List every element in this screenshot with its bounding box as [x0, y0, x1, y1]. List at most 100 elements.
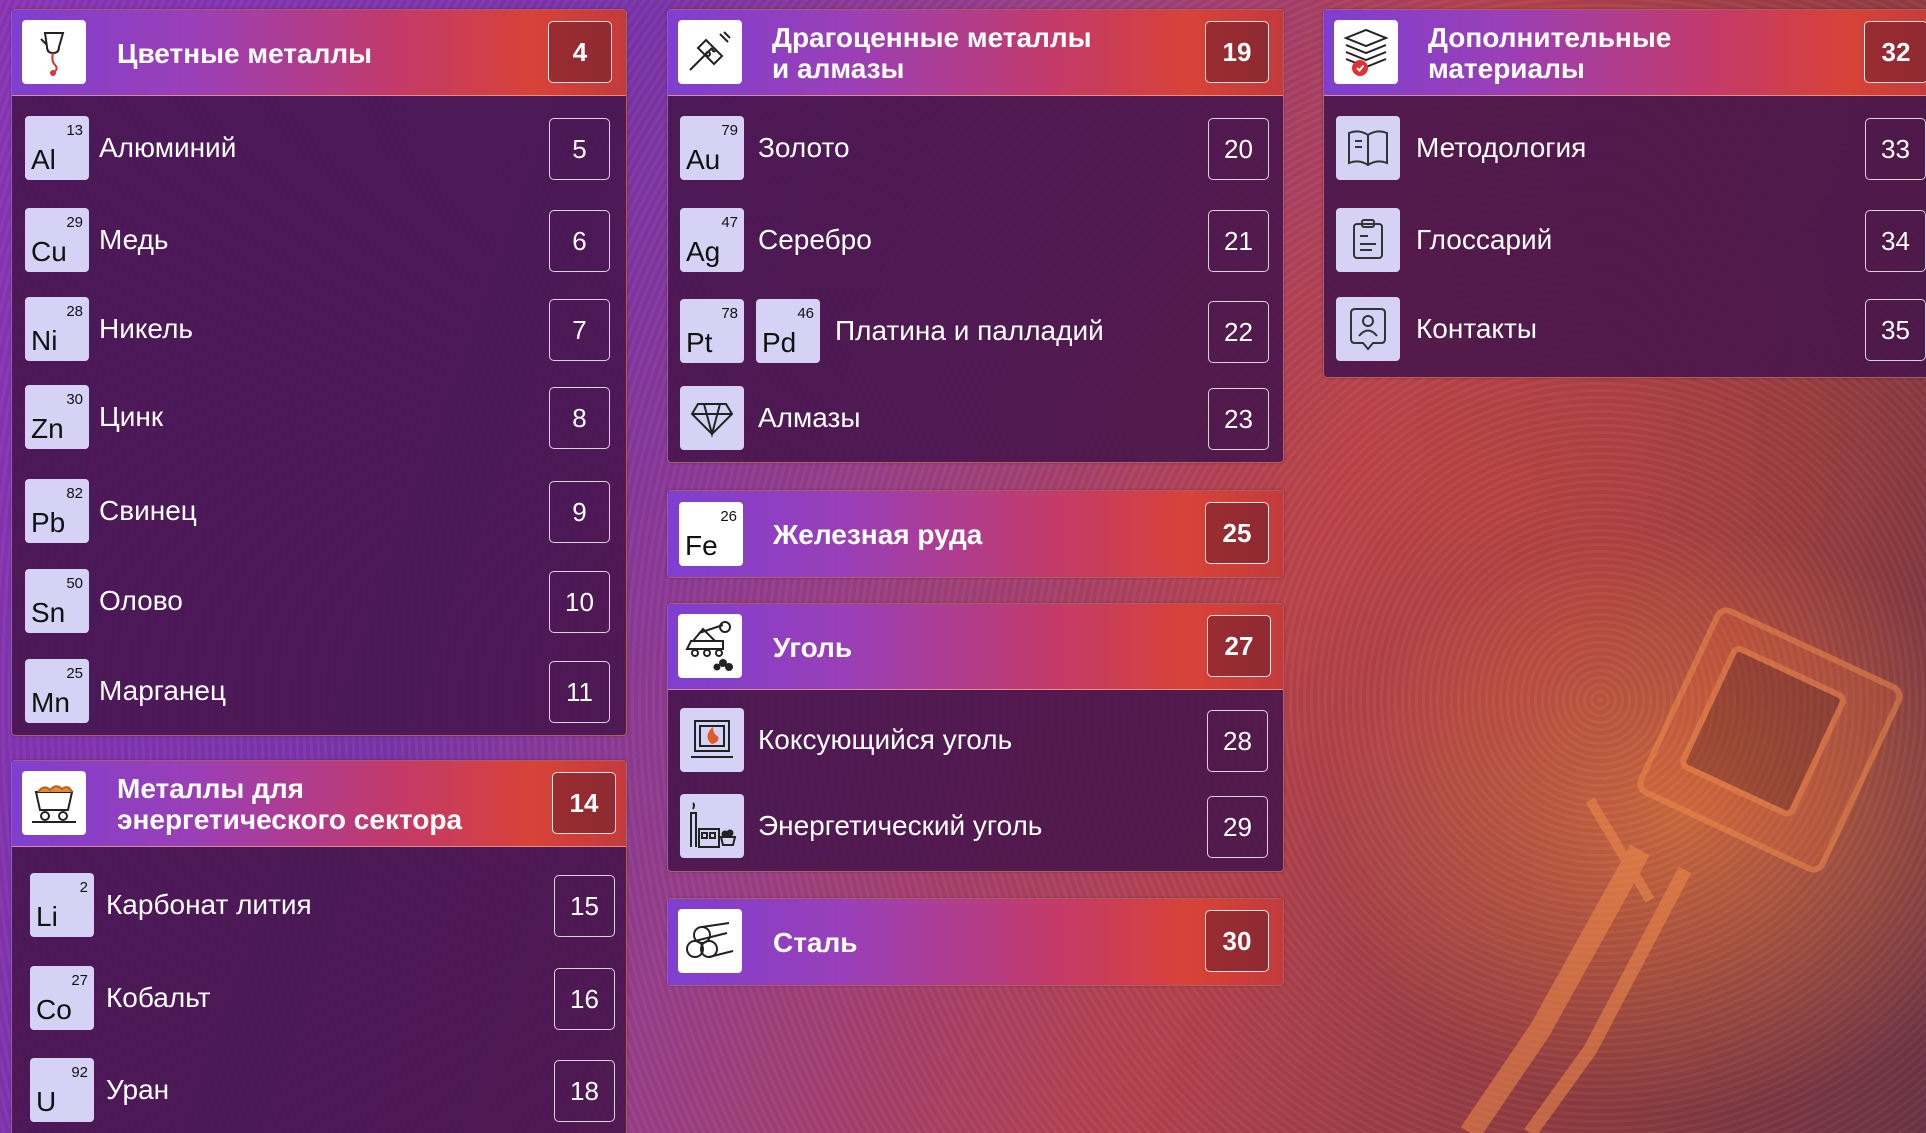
book-icon [1336, 116, 1400, 180]
page-number[interactable]: 6 [549, 210, 610, 272]
energy-metals-panel: Металлы для энергетического сектора 14 2… [11, 760, 627, 1133]
item-label: Кобальт [106, 982, 211, 1013]
page-number[interactable]: 11 [549, 661, 610, 723]
extra-materials-panel: Дополнительные материалы 32 Методология … [1323, 9, 1926, 378]
list-item-nickel[interactable]: 28 Ni Никель 7 [12, 297, 626, 363]
element-tile-fe: 26 Fe [679, 502, 743, 566]
page-number[interactable]: 21 [1208, 210, 1269, 272]
list-item-diamonds[interactable]: Алмазы 23 [668, 386, 1283, 452]
energy-metals-header[interactable]: Металлы для энергетического сектора 14 [12, 761, 626, 847]
element-tile-li: 2 Li [30, 873, 94, 937]
page-number[interactable]: 10 [549, 571, 610, 633]
element-tile-pt: 78 Pt [680, 299, 744, 363]
item-label: Карбонат лития [106, 889, 312, 920]
coke-oven-icon [680, 708, 744, 772]
coal-header[interactable]: Уголь 27 [668, 604, 1283, 690]
item-label: Контакты [1416, 313, 1537, 344]
page-number[interactable]: 28 [1207, 710, 1268, 772]
clipboard-icon [1336, 208, 1400, 272]
coal-title: Уголь [773, 632, 853, 663]
list-item-lithium[interactable]: 2 Li Карбонат лития 15 [12, 873, 626, 939]
list-item-glossary[interactable]: Глоссарий 34 [1324, 208, 1926, 274]
element-tile-cu: 29 Cu [25, 208, 89, 272]
page-number[interactable]: 18 [554, 1060, 615, 1122]
document-stack-icon [1334, 20, 1398, 84]
steel-panel[interactable]: Сталь 30 [667, 898, 1284, 986]
list-item-platinum-palladium[interactable]: 78 Pt 46 Pd Платина и палладий 22 [668, 299, 1283, 365]
extra-materials-header[interactable]: Дополнительные материалы 32 [1324, 10, 1926, 96]
steel-title: Сталь [773, 927, 858, 958]
page-number[interactable]: 5 [549, 118, 610, 180]
element-tile-u: 92 U [30, 1058, 94, 1122]
list-item-gold[interactable]: 79 Au Золото 20 [668, 116, 1283, 182]
element-tile-ag: 47 Ag [680, 208, 744, 272]
page-number[interactable]: 7 [549, 299, 610, 361]
extra-materials-page-number[interactable]: 32 [1864, 21, 1926, 83]
nonferrous-page-number[interactable]: 4 [548, 21, 612, 83]
item-label: Коксующийся уголь [758, 724, 1013, 755]
page-number[interactable]: 35 [1865, 299, 1926, 361]
page-number[interactable]: 33 [1865, 118, 1926, 180]
item-label: Алюминий [99, 132, 237, 163]
item-label: Уран [106, 1074, 170, 1105]
energy-metals-page-number[interactable]: 14 [552, 772, 616, 834]
page-number[interactable]: 23 [1208, 388, 1269, 450]
list-item-silver[interactable]: 47 Ag Серебро 21 [668, 208, 1283, 274]
element-tile-pd: 46 Pd [756, 299, 820, 363]
item-label: Золото [758, 132, 850, 163]
contact-icon [1336, 297, 1400, 361]
iron-ore-header[interactable]: 26 Fe Железная руда 25 [668, 491, 1283, 577]
nonferrous-header[interactable]: Цветные металлы 4 [12, 10, 626, 96]
precious-header[interactable]: Драгоценные металлы и алмазы 19 [668, 10, 1283, 96]
list-item-cobalt[interactable]: 27 Co Кобальт 16 [12, 966, 626, 1032]
list-item-manganese[interactable]: 25 Mn Марганец 11 [12, 659, 626, 725]
page-number[interactable]: 34 [1865, 210, 1926, 272]
bucket-wheel-excavator-icon [678, 614, 742, 678]
list-item-methodology[interactable]: Методология 33 [1324, 116, 1926, 182]
item-label: Методология [1416, 132, 1587, 163]
item-label: Энергетический уголь [758, 810, 1043, 841]
element-tile-pb: 82 Pb [25, 479, 89, 543]
element-tile-au: 79 Au [680, 116, 744, 180]
power-plant-icon [680, 794, 744, 858]
item-label: Свинец [99, 495, 197, 526]
list-item-lead[interactable]: 82 Pb Свинец 9 [12, 479, 626, 545]
item-label: Олово [99, 585, 183, 616]
iron-ore-title: Железная руда [773, 519, 983, 550]
iron-ore-page-number[interactable]: 25 [1205, 502, 1269, 564]
list-item-aluminium[interactable]: 13 Al Алюминий 5 [12, 116, 626, 182]
item-label: Медь [99, 224, 169, 255]
list-item-coking-coal[interactable]: Коксующийся уголь 28 [668, 708, 1283, 774]
page-number[interactable]: 29 [1207, 796, 1268, 858]
list-item-tin[interactable]: 50 Sn Олово 10 [12, 569, 626, 635]
list-item-thermal-coal[interactable]: Энергетический уголь 29 [668, 794, 1283, 860]
precious-page-number[interactable]: 19 [1205, 21, 1269, 83]
list-item-zinc[interactable]: 30 Zn Цинк 8 [12, 385, 626, 451]
element-tile-zn: 30 Zn [25, 385, 89, 449]
steel-header[interactable]: Сталь 30 [668, 899, 1283, 985]
item-label: Алмазы [758, 402, 861, 433]
item-label: Цинк [99, 401, 164, 432]
steel-pipes-icon [678, 909, 742, 973]
iron-ore-panel[interactable]: 26 Fe Железная руда 25 [667, 490, 1284, 578]
page-number[interactable]: 16 [554, 968, 615, 1030]
element-tile-mn: 25 Mn [25, 659, 89, 723]
coal-page-number[interactable]: 27 [1207, 615, 1271, 677]
list-item-copper[interactable]: 29 Cu Медь 6 [12, 208, 626, 274]
item-label: Серебро [758, 224, 872, 255]
page-number[interactable]: 20 [1208, 118, 1269, 180]
energy-metals-title: Металлы для энергетического сектора [117, 773, 463, 835]
excavator-image [1460, 607, 1903, 1133]
nonferrous-panel: Цветные металлы 4 13 Al Алюминий 5 29 Cu М… [11, 9, 627, 736]
page-number[interactable]: 15 [554, 875, 615, 937]
page-number[interactable]: 9 [549, 481, 610, 543]
element-tile-sn: 50 Sn [25, 569, 89, 633]
element-tile-ni: 28 Ni [25, 297, 89, 361]
steel-page-number[interactable]: 30 [1205, 910, 1269, 972]
page-number[interactable]: 8 [549, 387, 610, 449]
list-item-uranium[interactable]: 92 U Уран 18 [12, 1058, 626, 1124]
page-number[interactable]: 22 [1208, 301, 1269, 363]
element-tile-co: 27 Co [30, 966, 94, 1030]
list-item-contacts[interactable]: Контакты 35 [1324, 297, 1926, 363]
mine-cart-icon [22, 771, 86, 835]
